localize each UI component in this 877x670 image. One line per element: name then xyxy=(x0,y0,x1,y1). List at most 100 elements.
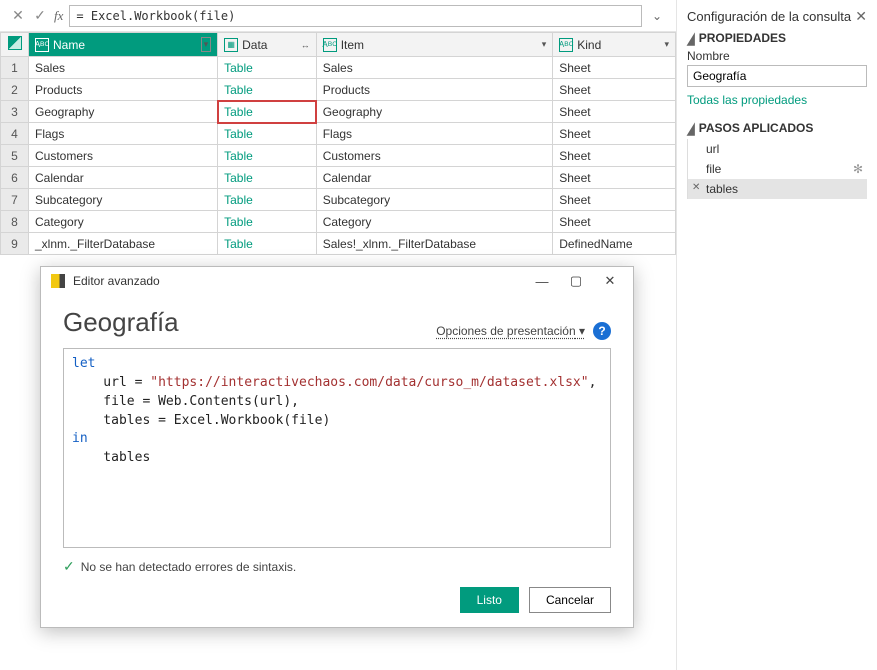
cell[interactable]: Geography xyxy=(29,101,218,123)
query-name-input[interactable] xyxy=(687,65,867,87)
applied-step[interactable]: file ✻ xyxy=(688,159,867,179)
chevron-down-icon[interactable]: ▾ xyxy=(201,37,212,52)
step-label: file xyxy=(706,162,721,176)
applied-steps-list: url file ✻ ✕tables xyxy=(687,139,867,199)
cell[interactable]: Category xyxy=(316,211,553,233)
row-number[interactable]: 4 xyxy=(1,123,29,145)
cell[interactable]: Table xyxy=(218,145,317,167)
cell[interactable]: Calendar xyxy=(29,167,218,189)
table-row[interactable]: 1SalesTableSalesSheet xyxy=(1,57,676,79)
chevron-down-icon[interactable]: ▾ xyxy=(542,39,547,50)
table-corner[interactable] xyxy=(1,33,29,57)
close-icon[interactable]: ✕ xyxy=(597,273,623,289)
cell[interactable]: Sheet xyxy=(553,101,676,123)
cell[interactable]: Sheet xyxy=(553,167,676,189)
cell[interactable]: Table xyxy=(218,123,317,145)
cell[interactable]: Customers xyxy=(316,145,553,167)
column-header-item[interactable]: ABCItem▾ xyxy=(316,33,553,57)
table-row[interactable]: 4FlagsTableFlagsSheet xyxy=(1,123,676,145)
maximize-icon[interactable]: ▢ xyxy=(563,273,589,289)
table-row[interactable]: 7SubcategoryTableSubcategorySheet xyxy=(1,189,676,211)
table-row[interactable]: 9_xlnm._FilterDatabaseTableSales!_xlnm._… xyxy=(1,233,676,255)
cell[interactable]: Table xyxy=(218,79,317,101)
cell[interactable]: Table xyxy=(218,101,317,123)
column-header-name[interactable]: ABC Name ▾ xyxy=(29,33,218,57)
caret-icon[interactable]: ◢ xyxy=(687,31,695,49)
powerbi-icon xyxy=(51,274,65,288)
column-header-kind[interactable]: ABC Kind ▾ xyxy=(553,33,676,57)
close-icon[interactable]: ✕ xyxy=(855,8,867,25)
cell[interactable]: Sales!_xlnm._FilterDatabase xyxy=(316,233,553,255)
cell[interactable]: Sheet xyxy=(553,123,676,145)
dialog-title: Editor avanzado xyxy=(73,274,160,288)
cancel-formula-icon[interactable]: ✕ xyxy=(10,8,26,24)
table-row[interactable]: 5CustomersTableCustomersSheet xyxy=(1,145,676,167)
cell[interactable]: Flags xyxy=(316,123,553,145)
all-properties-link[interactable]: Todas las propiedades xyxy=(687,93,867,107)
cell[interactable]: Calendar xyxy=(316,167,553,189)
row-number[interactable]: 9 xyxy=(1,233,29,255)
column-label: Name xyxy=(53,38,85,52)
applied-step[interactable]: ✕tables xyxy=(688,179,867,199)
cell[interactable]: Table xyxy=(218,189,317,211)
cell[interactable]: Table xyxy=(218,57,317,79)
chevron-down-icon[interactable]: ▾ xyxy=(664,39,669,50)
caret-icon[interactable]: ◢ xyxy=(687,121,695,139)
pane-title: Configuración de la consulta xyxy=(687,9,851,24)
cell[interactable]: Table xyxy=(218,167,317,189)
row-number[interactable]: 1 xyxy=(1,57,29,79)
cell[interactable]: Table xyxy=(218,211,317,233)
cell[interactable]: Category xyxy=(29,211,218,233)
formula-input[interactable] xyxy=(69,5,642,27)
cell[interactable]: Sheet xyxy=(553,145,676,167)
cell[interactable]: Products xyxy=(29,79,218,101)
minimize-icon[interactable]: — xyxy=(529,274,555,289)
cell[interactable]: Sales xyxy=(29,57,218,79)
table-row[interactable]: 8CategoryTableCategorySheet xyxy=(1,211,676,233)
cell[interactable]: Flags xyxy=(29,123,218,145)
cell[interactable]: Subcategory xyxy=(316,189,553,211)
cell[interactable]: Sheet xyxy=(553,211,676,233)
formula-bar: ✕ ✓ fx ⌄ xyxy=(0,0,676,32)
code-editor[interactable]: let url = "https://interactivechaos.com/… xyxy=(63,348,611,548)
cell[interactable]: Subcategory xyxy=(29,189,218,211)
row-number[interactable]: 6 xyxy=(1,167,29,189)
cell[interactable]: Geography xyxy=(316,101,553,123)
type-text-icon: ABC xyxy=(35,38,49,52)
column-header-data[interactable]: ▦Data↔ xyxy=(218,33,317,57)
done-button[interactable]: Listo xyxy=(460,587,519,613)
applied-step[interactable]: url xyxy=(688,139,867,159)
check-icon: ✓ xyxy=(63,558,75,575)
expand-icon[interactable]: ↔ xyxy=(301,40,310,50)
data-grid: ABCName▾ ▦Data↔ ABCItem▾ ABCKind▾ 1Sale xyxy=(0,32,676,255)
row-number[interactable]: 2 xyxy=(1,79,29,101)
help-icon[interactable]: ? xyxy=(593,322,611,340)
cell[interactable]: Sheet xyxy=(553,189,676,211)
cancel-button[interactable]: Cancelar xyxy=(529,587,611,613)
delete-step-icon[interactable]: ✕ xyxy=(692,182,700,193)
formula-expand-icon[interactable]: ⌄ xyxy=(648,9,666,23)
display-options-dropdown[interactable]: Opciones de presentación ▾ xyxy=(436,324,585,338)
cell[interactable]: Customers xyxy=(29,145,218,167)
cell[interactable]: Table xyxy=(218,233,317,255)
type-text-icon: ABC xyxy=(559,38,573,52)
cell[interactable]: Products xyxy=(316,79,553,101)
table-icon xyxy=(8,36,22,50)
accept-formula-icon[interactable]: ✓ xyxy=(32,8,48,24)
cell[interactable]: Sheet xyxy=(553,79,676,101)
cell[interactable]: DefinedName xyxy=(553,233,676,255)
fx-icon[interactable]: fx xyxy=(54,8,63,24)
gear-icon[interactable]: ✻ xyxy=(853,162,863,176)
table-row[interactable]: 6CalendarTableCalendarSheet xyxy=(1,167,676,189)
cell[interactable]: Sheet xyxy=(553,57,676,79)
row-number[interactable]: 5 xyxy=(1,145,29,167)
name-label: Nombre xyxy=(687,49,867,63)
cell[interactable]: _xlnm._FilterDatabase xyxy=(29,233,218,255)
table-row[interactable]: 3GeographyTableGeographySheet xyxy=(1,101,676,123)
column-label: Kind xyxy=(577,38,601,52)
cell[interactable]: Sales xyxy=(316,57,553,79)
row-number[interactable]: 7 xyxy=(1,189,29,211)
row-number[interactable]: 8 xyxy=(1,211,29,233)
row-number[interactable]: 3 xyxy=(1,101,29,123)
table-row[interactable]: 2ProductsTableProductsSheet xyxy=(1,79,676,101)
